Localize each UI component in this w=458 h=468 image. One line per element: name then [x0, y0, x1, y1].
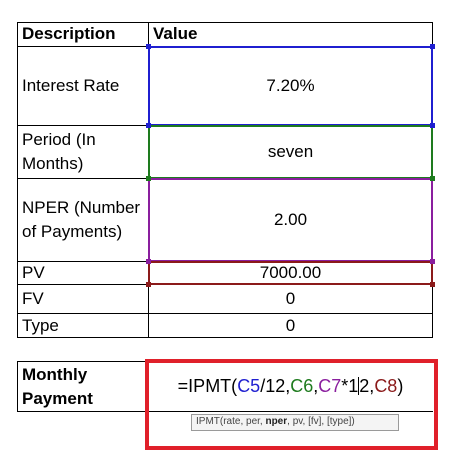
label-monthly-payment[interactable]: Monthly Payment	[18, 362, 148, 411]
label-line-2: of Payments)	[22, 222, 123, 241]
label-line-1: Period (In	[22, 130, 96, 149]
value-nper[interactable]: 2.00	[149, 179, 432, 261]
label-line-2: Payment	[22, 388, 93, 408]
label-pv[interactable]: PV	[18, 262, 148, 284]
value-pv[interactable]: 7000.00	[149, 262, 432, 284]
header-description[interactable]: Description	[18, 22, 148, 46]
highlight-box	[145, 359, 438, 450]
label-fv[interactable]: FV	[18, 285, 148, 313]
label-text: Interest Rate	[22, 76, 120, 95]
label-nper[interactable]: NPER (Number of Payments)	[18, 179, 148, 261]
value-fv[interactable]: 0	[149, 285, 432, 313]
label-period[interactable]: Period (In Months)	[18, 126, 148, 178]
label-interest-rate[interactable]: Interest Rate	[18, 47, 148, 125]
header-value[interactable]: Value	[149, 22, 432, 46]
label-type[interactable]: Type	[18, 314, 148, 337]
value-period[interactable]: seven	[149, 126, 432, 178]
value-interest-rate[interactable]: 7.20%	[149, 47, 432, 125]
function-tooltip[interactable]: IPMT(rate, per, nper, pv, [fv], [type])	[191, 414, 399, 431]
label-line-1: NPER (Number	[22, 198, 141, 217]
value-type[interactable]: 0	[149, 314, 432, 337]
label-line-2: Months)	[22, 154, 84, 173]
label-line-1: Monthly	[22, 364, 88, 384]
